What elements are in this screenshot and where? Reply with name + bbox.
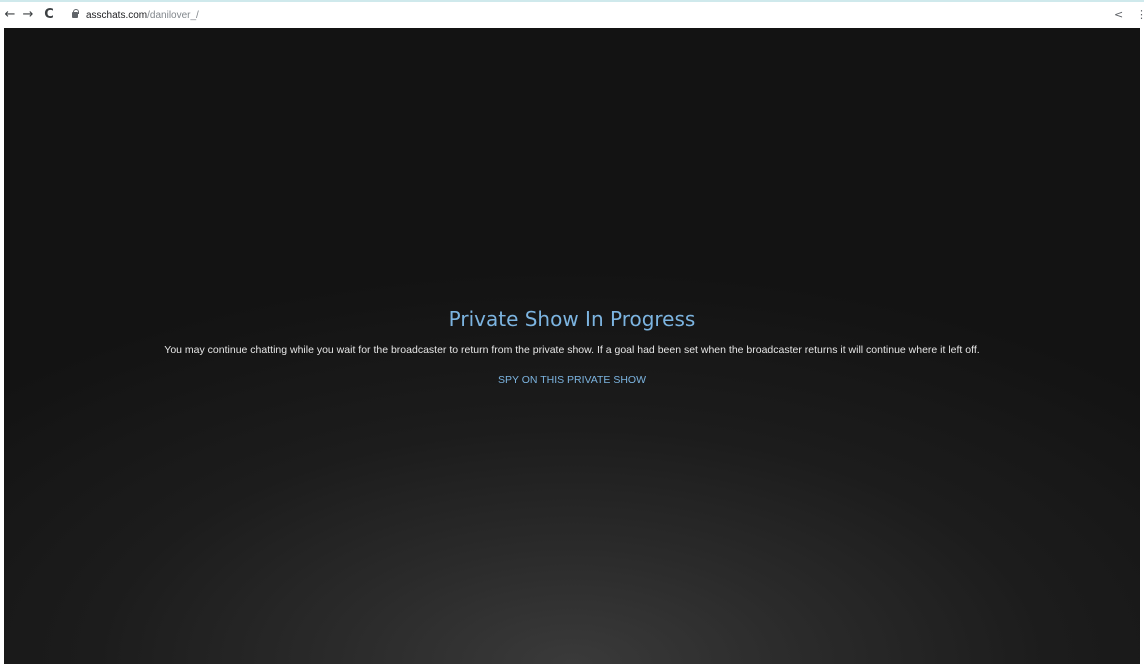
reload-icon[interactable]: C [41,7,57,23]
lock-icon [72,9,79,18]
forward-icon[interactable]: → [20,7,36,23]
spy-link-row: SPY ON THIS PRIVATE SHOW [4,373,1140,387]
share-icon[interactable]: < [1114,8,1126,22]
url-path: /danilover_/ [147,10,199,21]
page-viewport: Private Show In Progress You may continu… [0,28,1144,668]
video-player: Private Show In Progress You may continu… [4,28,1140,664]
private-show-message: You may continue chatting while you wait… [164,344,980,356]
browser-toolbar: ← → C asschats.com/danilover_/ < ⋮ [0,0,1144,28]
address-bar[interactable]: asschats.com/danilover_/ [86,9,199,23]
back-icon[interactable]: ← [2,7,18,23]
private-show-title: Private Show In Progress [448,307,696,331]
menu-icon[interactable]: ⋮ [1136,8,1144,22]
url-host: asschats.com [86,10,148,21]
spy-private-show-link[interactable]: SPY ON THIS PRIVATE SHOW [498,374,646,386]
